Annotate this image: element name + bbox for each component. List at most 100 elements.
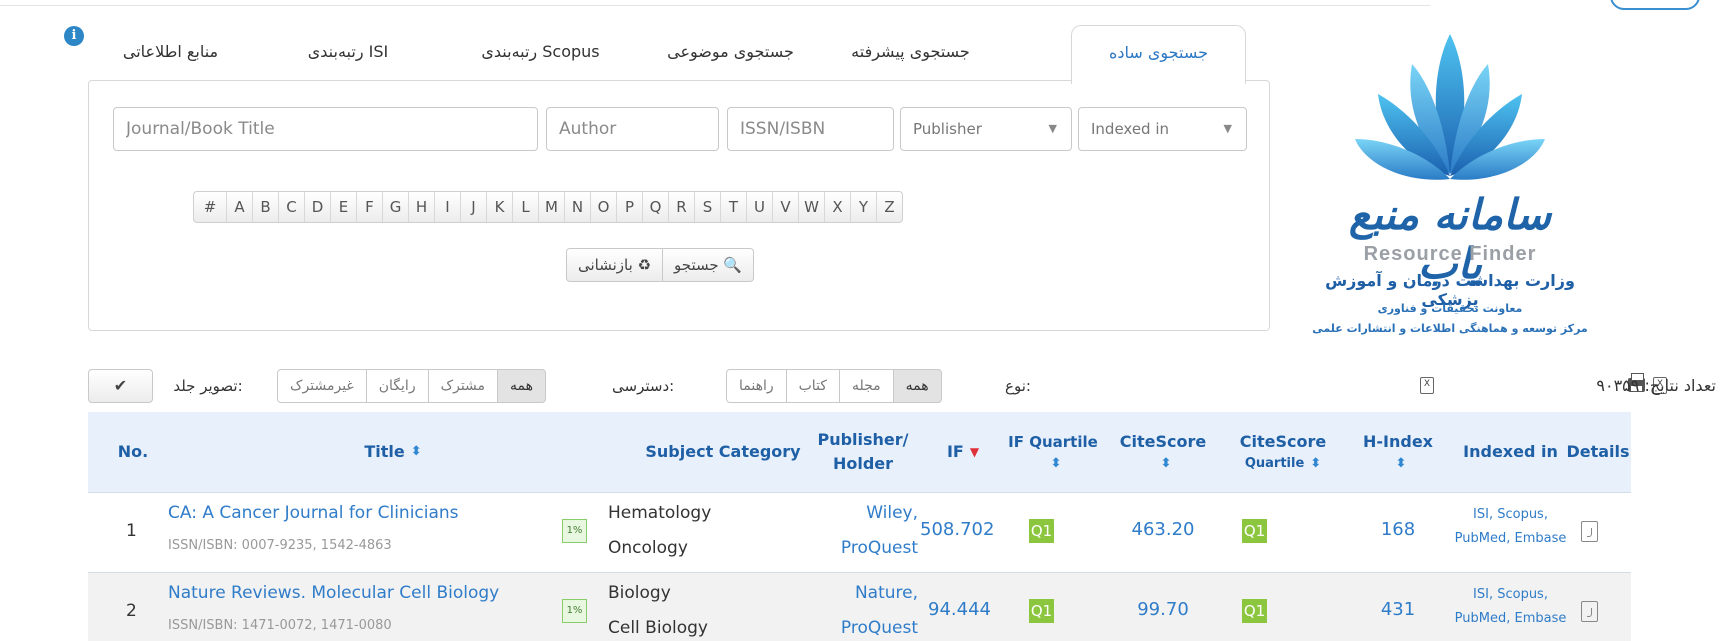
sort-desc-icon[interactable]: ▼ (970, 443, 979, 461)
journal-title-link[interactable]: Nature Reviews. Molecular Cell Biology (168, 583, 499, 603)
publisher-link[interactable]: Wiley, (823, 503, 918, 523)
tab-subject-search[interactable]: جستجوی موضوعی (648, 25, 813, 82)
access-option[interactable]: رایگان (366, 369, 429, 403)
logo-center: مرکز توسعه و هماهنگی اطلاعات و انتشارات … (1312, 322, 1588, 335)
results-count: تعداد نتایج: ۹۰۳۵۹ (1596, 376, 1716, 395)
type-option-all[interactable]: همه (893, 369, 942, 403)
alpha-letter[interactable]: O (590, 192, 616, 222)
reset-button[interactable]: بازنشانی ♻ (566, 248, 664, 282)
sort-icon[interactable]: ⬍ (1161, 454, 1172, 474)
alpha-letter[interactable]: V (772, 192, 798, 222)
alpha-letter[interactable]: F (356, 192, 382, 222)
alpha-letter[interactable]: I (434, 192, 460, 222)
alpha-letter[interactable]: W (798, 192, 824, 222)
if-quartile-badge: Q1 (1029, 519, 1054, 543)
publisher-select[interactable]: Publisher ▼ (900, 107, 1072, 151)
alpha-letter[interactable]: K (486, 192, 512, 222)
alpha-letter[interactable]: P (616, 192, 642, 222)
alpha-letter[interactable]: Q (642, 192, 668, 222)
publisher-link[interactable]: ProQuest (823, 538, 918, 558)
impact-factor: 508.702 (920, 519, 995, 540)
col-citescore[interactable]: CiteScore ⬍ (1108, 412, 1218, 492)
subject-category: Hematology (608, 503, 712, 523)
access-option[interactable]: غیرمشترک (277, 369, 367, 403)
type-option[interactable]: مجله (839, 369, 894, 403)
type-option[interactable]: کتاب (786, 369, 840, 403)
cover-toggle-button[interactable]: ✔ (88, 369, 153, 403)
col-if-quartile-label: IF Quartile (1008, 433, 1098, 451)
alpha-letter[interactable]: G (382, 192, 408, 222)
access-option-all[interactable]: همه (498, 369, 547, 403)
title-input[interactable] (113, 107, 538, 151)
excel-export-icon[interactable]: X (1420, 377, 1434, 394)
type-option[interactable]: راهنما (726, 369, 787, 403)
indexed-in-line[interactable]: ISI, Scopus, (1448, 503, 1573, 527)
alpha-letter[interactable]: C (278, 192, 304, 222)
alpha-letter[interactable]: B (252, 192, 278, 222)
table-row: 2 Nature Reviews. Molecular Cell Biology… (88, 572, 1631, 641)
search-button[interactable]: جستجو 🔍 (663, 248, 755, 282)
alpha-letter[interactable]: A (226, 192, 252, 222)
alpha-letter[interactable]: Z (876, 192, 902, 222)
alpha-letter[interactable]: R (668, 192, 694, 222)
sort-icon[interactable]: ⬍ (1396, 454, 1407, 474)
cs-quartile-badge: Q1 (1242, 599, 1267, 623)
alpha-letter[interactable]: M (538, 192, 564, 222)
publisher-link[interactable]: ProQuest (823, 618, 918, 638)
alpha-letter[interactable]: J (460, 192, 486, 222)
col-title[interactable]: Title ⬍ (218, 412, 568, 492)
indexed-select[interactable]: Indexed in ▼ (1078, 107, 1247, 151)
h-index-value: 431 (1380, 599, 1416, 620)
info-icon[interactable]: i (64, 26, 84, 46)
col-if[interactable]: IF ▼ (928, 412, 998, 492)
access-option[interactable]: مشترک (428, 369, 499, 403)
indexed-in-list[interactable]: ISI, Scopus, PubMed, Embase (1448, 503, 1573, 551)
journal-title-link[interactable]: CA: A Cancer Journal for Clinicians (168, 503, 459, 523)
tab-scopus-ranking[interactable]: رتبه‌بندی Scopus (453, 25, 628, 82)
indexed-in-line[interactable]: PubMed, Embase (1448, 607, 1573, 631)
issn-input[interactable] (727, 107, 894, 151)
tab-advanced-search[interactable]: جستجوی پیشرفته (828, 25, 993, 82)
publisher-select-value: Publisher (913, 120, 982, 138)
details-document-icon[interactable] (1581, 521, 1598, 542)
subject-category: Oncology (608, 538, 688, 558)
author-input[interactable] (546, 107, 719, 151)
h-index-value: 168 (1380, 519, 1416, 540)
tab-isi-ranking[interactable]: رتبه‌بندی ISI (268, 25, 428, 82)
citescore-value: 99.70 (1137, 599, 1189, 620)
tab-simple-search[interactable]: جستجوی ساده (1071, 25, 1246, 84)
alpha-letter[interactable]: S (694, 192, 720, 222)
col-citescore-quartile[interactable]: CiteScore Quartile ⬍ (1218, 412, 1348, 492)
sort-icon[interactable]: ⬍ (411, 442, 422, 462)
alpha-letter[interactable]: # (194, 192, 226, 222)
publisher-link[interactable]: Nature, (823, 583, 918, 603)
indexed-in-list[interactable]: ISI, Scopus, PubMed, Embase (1448, 583, 1573, 631)
col-no: No. (88, 412, 178, 492)
citescore-value: 463.20 (1131, 519, 1195, 540)
type-filter: راهنما کتاب مجله همه (726, 369, 942, 403)
sort-icon[interactable]: ⬍ (1051, 454, 1062, 474)
sort-icon[interactable]: ⬍ (1310, 456, 1321, 471)
col-if-quartile[interactable]: IF Quartile ⬍ (998, 412, 1108, 492)
col-subject-label: Subject Category (645, 442, 801, 461)
alpha-letter[interactable]: H (408, 192, 434, 222)
details-document-icon[interactable] (1581, 601, 1598, 622)
tab-information-sources[interactable]: منابع اطلاعاتی (98, 25, 243, 82)
indexed-in-line[interactable]: ISI, Scopus, (1448, 583, 1573, 607)
access-filter: غیرمشترک رایگان مشترک همه (277, 369, 547, 403)
alpha-letter[interactable]: N (564, 192, 590, 222)
search-buttons: بازنشانی ♻ جستجو 🔍 (566, 248, 755, 282)
top-right-button[interactable] (1610, 0, 1700, 10)
indexed-in-line[interactable]: PubMed, Embase (1448, 527, 1573, 551)
chevron-down-icon: ▼ (1048, 122, 1057, 135)
alpha-letter[interactable]: Y (850, 192, 876, 222)
alpha-letter[interactable]: E (330, 192, 356, 222)
col-hindex[interactable]: H-Index ⬍ (1348, 412, 1448, 492)
alpha-letter[interactable]: D (304, 192, 330, 222)
alpha-letter[interactable]: U (746, 192, 772, 222)
alpha-letter[interactable]: T (720, 192, 746, 222)
alpha-letter[interactable]: L (512, 192, 538, 222)
col-hindex-label: H-Index (1363, 432, 1433, 452)
alpha-letter[interactable]: X (824, 192, 850, 222)
row-number: 1 (126, 521, 137, 541)
